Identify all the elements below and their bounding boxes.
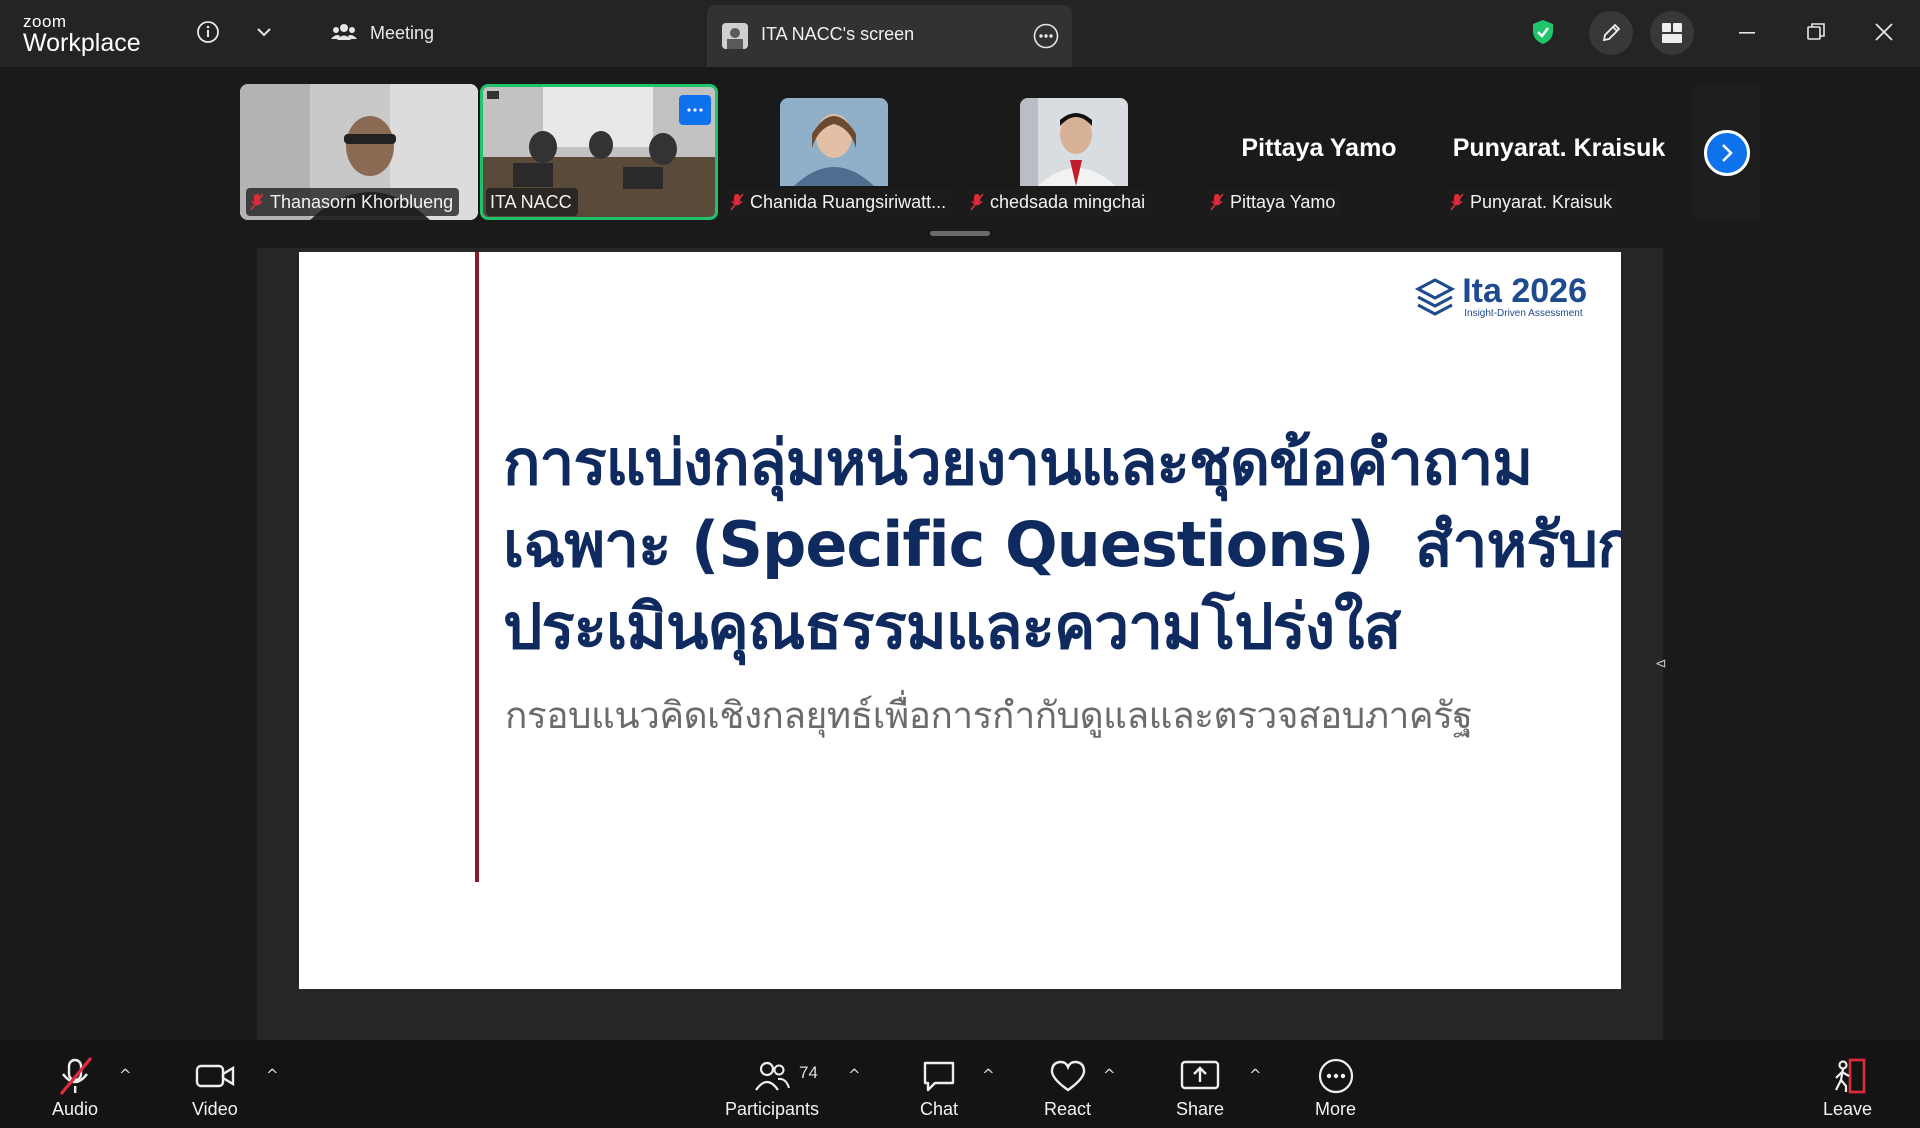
brand-title: Ita 2026 bbox=[1462, 272, 1587, 310]
video-button[interactable]: Video bbox=[192, 1054, 238, 1120]
tile-more-options-button[interactable] bbox=[679, 95, 711, 125]
share-button[interactable]: Share bbox=[1176, 1054, 1224, 1120]
chat-options-caret-icon[interactable]: ^ bbox=[982, 1066, 995, 1084]
participant-name: Pittaya Yamo bbox=[1230, 191, 1336, 212]
encryption-shield-icon[interactable] bbox=[1525, 14, 1561, 50]
share-edge-arrow-icon: ⊲ bbox=[1655, 656, 1667, 672]
participant-display-name: Punyarat. Kraisuk bbox=[1452, 134, 1666, 162]
logo-small-text: zoom bbox=[23, 12, 67, 31]
apps-grid-icon[interactable] bbox=[1650, 11, 1694, 55]
restore-window-icon[interactable] bbox=[1798, 14, 1834, 50]
strip-resize-handle[interactable] bbox=[930, 231, 990, 236]
participant-name: chedsada mingchai bbox=[990, 191, 1146, 212]
meeting-toolbar: Audio ^ Video ^ Participants 74 ^ Chat ^… bbox=[0, 1040, 1920, 1128]
headline-line-2: เฉพาะ (Specific Questions) สำหรับการ bbox=[503, 508, 1621, 581]
participant-name-tag: ITA NACC bbox=[486, 188, 578, 216]
participants-count-badge: 74 bbox=[799, 1063, 818, 1082]
video-camera-icon bbox=[195, 1054, 235, 1098]
participant-tile[interactable]: Pittaya Yamo Pittaya Yamo bbox=[1200, 84, 1438, 220]
muted-mic-icon bbox=[730, 193, 744, 211]
leave-button[interactable]: Leave bbox=[1823, 1054, 1872, 1120]
tab-shared-screen[interactable]: ITA NACC's screen bbox=[707, 5, 1072, 67]
brand-subtitle: Insight-Driven Assessment bbox=[1464, 308, 1583, 319]
chat-bubble-icon bbox=[921, 1054, 957, 1098]
participant-name-tag: chedsada mingchai bbox=[966, 188, 1152, 216]
muted-mic-icon bbox=[250, 193, 264, 211]
meeting-info-icon[interactable] bbox=[190, 14, 226, 50]
minimize-window-icon[interactable] bbox=[1729, 14, 1765, 50]
participant-name: ITA NACC bbox=[490, 191, 572, 212]
headline-line-3: ประเมินคุณธรรมและความโปร่งใส bbox=[503, 590, 1401, 663]
muted-mic-icon bbox=[1450, 193, 1464, 211]
audio-options-caret-icon[interactable]: ^ bbox=[119, 1066, 132, 1084]
slide-brand-logo: Ita 2026 Insight-Driven Assessment bbox=[1414, 274, 1587, 319]
participant-avatar bbox=[780, 98, 888, 186]
participant-tile[interactable]: chedsada mingchai bbox=[960, 84, 1198, 220]
layers-logo-icon bbox=[1415, 277, 1456, 316]
zoom-workplace-logo: zoom Workplace bbox=[23, 13, 141, 56]
participant-strip: Thanasorn Khorblueng ITA NACC Chanida Ru bbox=[240, 84, 1760, 220]
headline-line-1: การแบ่งกลุ่มหน่วยงานและชุดข้อคำถาม bbox=[503, 426, 1533, 499]
next-participants-button[interactable] bbox=[1692, 84, 1760, 220]
meeting-tab-label[interactable]: Meeting bbox=[370, 23, 434, 44]
react-button[interactable]: React bbox=[1044, 1054, 1091, 1120]
annotate-pencil-icon[interactable] bbox=[1589, 11, 1633, 55]
meeting-people-icon[interactable] bbox=[326, 14, 362, 50]
share-screen-icon bbox=[1180, 1054, 1220, 1098]
title-bar: zoom Workplace Meeting ITA NACC's screen bbox=[0, 0, 1920, 67]
chat-label: Chat bbox=[920, 1099, 959, 1119]
chevron-right-icon bbox=[1704, 130, 1750, 176]
react-options-caret-icon[interactable]: ^ bbox=[1103, 1066, 1116, 1084]
leave-label: Leave bbox=[1823, 1099, 1873, 1119]
participants-icon bbox=[754, 1054, 790, 1098]
video-label: Video bbox=[192, 1099, 238, 1119]
chevron-down-icon[interactable] bbox=[246, 14, 282, 50]
slide-headline: การแบ่งกลุ่มหน่วยงานและชุดข้อคำถาม เฉพาะ… bbox=[503, 422, 1621, 668]
leave-exit-icon bbox=[1828, 1054, 1868, 1098]
muted-mic-icon bbox=[970, 193, 984, 211]
muted-microphone-icon bbox=[57, 1054, 93, 1098]
shared-slide: Ita 2026 Insight-Driven Assessment การแบ… bbox=[299, 252, 1621, 989]
participant-name-tag: Pittaya Yamo bbox=[1206, 188, 1342, 216]
share-options-caret-icon[interactable]: ^ bbox=[1249, 1066, 1262, 1084]
close-window-icon[interactable] bbox=[1866, 14, 1902, 50]
audio-button[interactable]: Audio bbox=[52, 1054, 98, 1120]
shared-screen-tab-label: ITA NACC's screen bbox=[761, 24, 915, 44]
participant-tile[interactable]: Chanida Ruangsiriwatt... bbox=[720, 84, 958, 220]
participant-name-tag: Thanasorn Khorblueng bbox=[246, 188, 460, 216]
logo-big-text: Workplace bbox=[23, 29, 141, 57]
slide-subtitle: กรอบแนวคิดเชิงกลยุทธ์เพื่อการกำกับดูแลแล… bbox=[505, 694, 1473, 737]
slide-accent-rule bbox=[475, 252, 479, 882]
participant-name-tag: Punyarat. Kraisuk bbox=[1446, 188, 1619, 216]
participant-name: Punyarat. Kraisuk bbox=[1470, 191, 1613, 212]
muted-mic-icon bbox=[1210, 193, 1224, 211]
participant-tile-active-speaker[interactable]: ITA NACC bbox=[480, 84, 718, 220]
participant-name: Chanida Ruangsiriwatt... bbox=[750, 191, 947, 212]
more-button[interactable]: More bbox=[1315, 1054, 1356, 1120]
video-options-caret-icon[interactable]: ^ bbox=[266, 1066, 279, 1084]
participant-tile[interactable]: Thanasorn Khorblueng bbox=[240, 84, 478, 220]
screen-share-thumbnail bbox=[722, 23, 748, 49]
participant-display-name: Pittaya Yamo bbox=[1241, 134, 1397, 162]
chat-button[interactable]: Chat bbox=[920, 1054, 958, 1120]
participant-tile[interactable]: Punyarat. Kraisuk Punyarat. Kraisuk bbox=[1440, 84, 1678, 220]
more-label: More bbox=[1315, 1099, 1357, 1119]
participant-name-tag: Chanida Ruangsiriwatt... bbox=[726, 188, 953, 216]
share-label: Share bbox=[1176, 1099, 1225, 1119]
participants-options-caret-icon[interactable]: ^ bbox=[848, 1066, 861, 1084]
participant-name: Thanasorn Khorblueng bbox=[270, 191, 454, 212]
more-options-icon[interactable] bbox=[1032, 22, 1060, 54]
audio-label: Audio bbox=[52, 1099, 99, 1119]
more-dots-icon bbox=[1317, 1054, 1355, 1098]
heart-icon bbox=[1049, 1054, 1087, 1098]
participants-label: Participants bbox=[725, 1099, 820, 1119]
react-label: React bbox=[1044, 1099, 1092, 1119]
participant-avatar bbox=[1020, 98, 1128, 186]
